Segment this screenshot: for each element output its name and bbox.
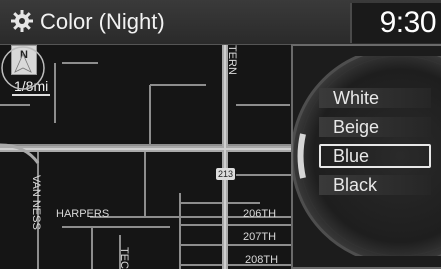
map-view[interactable]: TERN VAN NESS HARPERS 206TH 207TH 208TH … [0,45,300,269]
clock-panel: 9:30 [350,3,441,43]
route-shield: 213 [216,168,236,180]
street-label: 206TH [243,208,277,220]
color-option-white[interactable]: White [319,86,431,110]
navigation-screen: Color (Night) 9:30 TERN VAN NESS HARPERS… [0,0,441,269]
street-label: 208TH [245,254,279,266]
title-bar: Color (Night) 9:30 [0,0,441,45]
color-option-blue[interactable]: Blue [319,144,431,168]
gear-icon [11,10,33,32]
clock-time: 9:30 [379,6,437,39]
street-label: HARPERS [56,208,110,220]
street-label: TEC [118,247,130,269]
vehicle-position-arrow-icon [1,46,45,90]
street-label: TERN [226,45,238,75]
screen-title: Color (Night) [40,9,165,34]
color-option-beige[interactable]: Beige [319,115,431,139]
street-label: VAN NESS [30,175,42,230]
color-option-black[interactable]: Black [319,173,431,197]
color-menu-panel: White Beige Blue Black [291,44,441,269]
street-label: 207TH [243,231,277,243]
